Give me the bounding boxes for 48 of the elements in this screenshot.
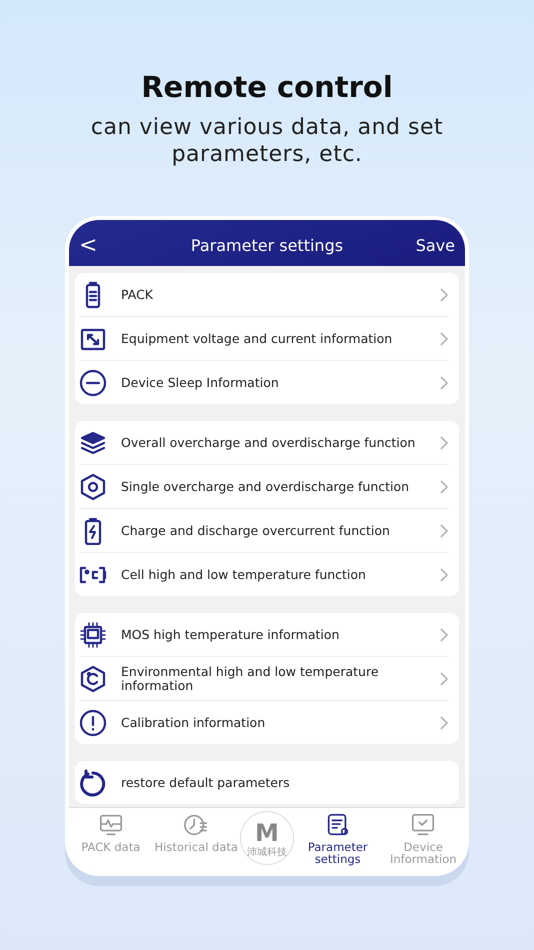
chevron-icon [439,670,449,686]
chevron-icon [439,286,449,302]
item-label: Single overcharge and overdischarge function [121,480,410,494]
item-label: Device Sleep Information [121,376,280,390]
headline: Remote control [141,70,393,104]
minus-icon [79,368,107,396]
chevron-icon [439,330,449,346]
item-label: Charge and discharge overcurrent function [121,524,391,538]
back-button[interactable]: < [79,232,119,258]
menu-row[interactable]: Overall overcharge and overdischarge function [79,421,449,465]
menu-row[interactable]: Cell high and low temperature function [79,553,449,596]
chip-icon [79,620,107,648]
item-label: Overall overcharge and overdischarge function [121,436,416,450]
menu-row[interactable]: restore default parameters [79,761,449,804]
save-button[interactable]: Save [415,236,455,254]
menu-row[interactable]: Environmental high and low temperature information [79,657,449,701]
device-icon [410,812,436,838]
chevron-icon [439,626,449,642]
chevron-icon [439,566,449,582]
screen-title: Parameter settings [190,236,344,254]
item-label: PACK [121,288,154,302]
menu-row[interactable]: Charge and discharge overcurrent function [79,509,449,553]
chevron-icon [439,714,449,730]
logo-caption: 沛城科技 [247,846,287,858]
chevron-icon [439,522,449,538]
menu-row[interactable]: PACK [79,273,449,317]
chevron-icon [439,478,449,494]
menu-row[interactable]: Device Sleep Information [79,361,449,404]
menu-row[interactable]: MOS high temperature information [79,613,449,657]
menu-row[interactable]: Calibration information [79,701,449,744]
chevron-icon [439,374,449,390]
tab-item[interactable]: Parameter settings [296,808,380,872]
monitor-icon [98,812,124,838]
item-label: restore default parameters [121,776,291,790]
subtitle: can view various data, and set parameters, etc. [90,114,444,168]
item-label: Equipment voltage and current information [121,332,394,346]
restore-icon [79,768,107,796]
menu-row[interactable]: Equipment voltage and current information [79,317,449,361]
item-label: Calibration information [121,716,266,730]
item-label: Cell high and low temperature function [121,568,367,582]
menu-row[interactable]: Single overcharge and overdischarge function [79,465,449,509]
chevron-icon [439,434,449,450]
history-icon [183,812,210,838]
item-label: MOS high temperature information [121,628,340,642]
logo-letter: M [255,818,279,846]
alert-icon [79,708,107,736]
item-label: Environmental high and low temperature information [121,664,380,692]
hexagon-icon [79,472,107,500]
